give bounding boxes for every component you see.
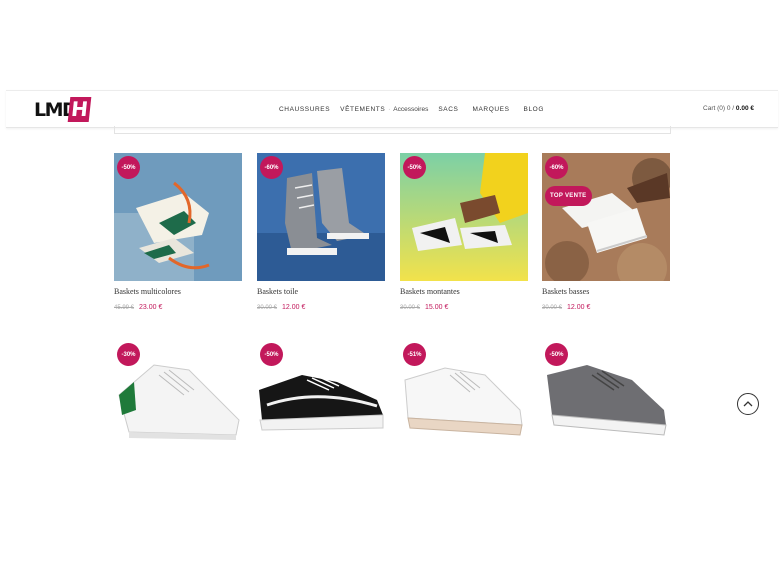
product-image[interactable]: -50% [257,340,385,450]
discount-badge: -50% [117,156,140,179]
main-nav: CHAUSSURES VÊTEMENTS · Accessoires SACS … [279,91,544,128]
old-price: 45.99 € [114,305,135,311]
product-prices: 30.00 € 12.00 € [257,304,385,311]
nav-accessoires[interactable]: Accessoires [393,106,428,113]
discount-badge: -50% [545,343,568,366]
top-vente-badge: TOP VENTE [545,186,592,206]
discount-badge: -50% [403,156,426,179]
sale-price: 12.00 € [281,304,306,311]
nav-sacs[interactable]: SACS [438,106,458,113]
product-image[interactable]: -50% [542,340,670,450]
product-image[interactable]: -51% [400,340,528,450]
product-name[interactable]: Baskets montantes [400,287,528,296]
chevron-up-icon [743,395,753,413]
product-card[interactable]: -60% TOP VENTE Baskets basses 30.00 € 12… [542,153,670,311]
product-image[interactable]: -60% [257,153,385,281]
discount-badge: -60% [545,156,568,179]
old-price: 30.00 € [400,305,421,311]
product-image[interactable]: -50% [400,153,528,281]
scroll-to-top-button[interactable] [737,393,759,415]
product-card[interactable]: -50% Baskets multicolores 45.99 € 23.00 … [114,153,242,311]
search-area [114,126,671,134]
nav-vetements[interactable]: VÊTEMENTS [340,106,385,113]
discount-badge: -60% [260,156,283,179]
sale-price: 15.00 € [424,304,449,311]
old-price: 30.00 € [542,305,563,311]
nav-separator: · [388,106,391,113]
product-card[interactable]: -50% [257,340,385,450]
discount-badge: -50% [260,343,283,366]
cart-label: Cart (0) 0 / [703,105,735,112]
logo-badge: H [67,97,92,122]
product-card[interactable]: -50% Baskets montantes 30.00 € 15.00 € [400,153,528,311]
product-card[interactable]: -60% Baskets toile 30.00 € 12.00 € [257,153,385,311]
nav-blog[interactable]: BLOG [524,106,544,113]
product-prices: 30.00 € 15.00 € [400,304,528,311]
product-image[interactable]: -60% TOP VENTE [542,153,670,281]
site-logo[interactable]: LMD H [34,96,94,124]
product-image[interactable]: -50% [114,153,242,281]
discount-badge: -51% [403,343,426,366]
product-name[interactable]: Baskets multicolores [114,287,242,296]
product-prices: 30.00 € 12.00 € [542,304,670,311]
site-header: LMD H CHAUSSURES VÊTEMENTS · Accessoires… [6,90,778,128]
sale-price: 23.00 € [138,304,163,311]
sale-price: 12.00 € [566,304,591,311]
nav-chaussures[interactable]: CHAUSSURES [279,106,330,113]
nav-marques[interactable]: MARQUES [472,106,509,113]
product-card[interactable]: -50% [542,340,670,450]
product-prices: 45.99 € 23.00 € [114,304,242,311]
product-image[interactable]: -30% [114,340,242,450]
cart-total: 0.00 € [735,105,754,112]
product-card[interactable]: -30% [114,340,242,450]
product-card[interactable]: -51% [400,340,528,450]
discount-badge: -30% [117,343,140,366]
cart-link[interactable]: Cart (0) 0 / 0.00 € [703,105,754,112]
old-price: 30.00 € [257,305,278,311]
product-name[interactable]: Baskets basses [542,287,670,296]
product-name[interactable]: Baskets toile [257,287,385,296]
